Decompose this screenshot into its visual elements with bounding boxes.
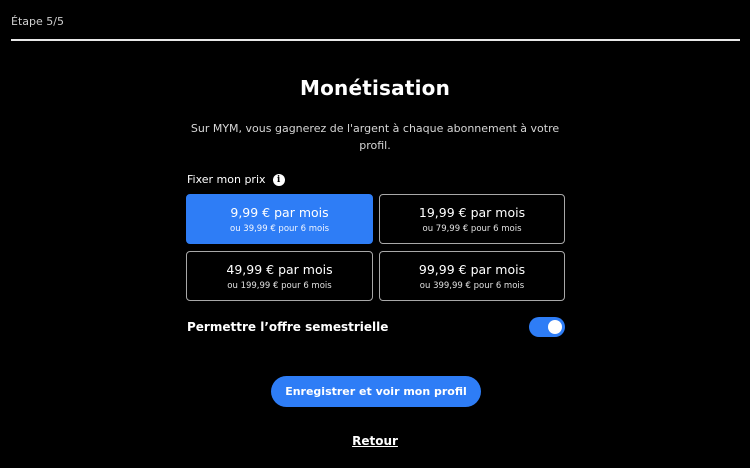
price-option-49-99[interactable]: 49,99 € par mois ou 199,99 € pour 6 mois (186, 251, 373, 301)
step-indicator: Étape 5/5 (11, 15, 64, 28)
page-subtitle: Sur MYM, vous gagnerez de l'argent à cha… (190, 122, 560, 152)
toggle-knob (548, 320, 562, 334)
back-link-row: Retour (0, 434, 750, 448)
semester-offer-row: Permettre l’offre semestrielle (187, 316, 565, 338)
progress-bar (11, 39, 740, 41)
price-option-19-99[interactable]: 19,99 € par mois ou 79,99 € pour 6 mois (379, 194, 565, 244)
info-icon[interactable]: i (272, 173, 285, 186)
price-sub: ou 79,99 € pour 6 mois (422, 223, 522, 234)
price-label: Fixer mon prix (187, 173, 266, 186)
price-options: 9,99 € par mois ou 39,99 € pour 6 mois 1… (186, 194, 565, 301)
price-option-9-99[interactable]: 9,99 € par mois ou 39,99 € pour 6 mois (186, 194, 373, 244)
price-main: 99,99 € par mois (418, 261, 526, 277)
price-main: 19,99 € par mois (418, 204, 526, 220)
semester-offer-toggle[interactable] (529, 317, 565, 337)
price-main: 49,99 € par mois (226, 261, 333, 277)
price-label-row: Fixer mon prix i (187, 173, 285, 186)
back-link[interactable]: Retour (352, 434, 398, 448)
semester-offer-label: Permettre l’offre semestrielle (187, 320, 389, 334)
save-and-view-profile-button[interactable]: Enregistrer et voir mon profil (271, 376, 481, 407)
price-sub: ou 39,99 € pour 6 mois (230, 223, 329, 234)
price-option-99-99[interactable]: 99,99 € par mois ou 399,99 € pour 6 mois (379, 251, 565, 301)
monetisation-page: Étape 5/5 Monétisation Sur MYM, vous gag… (0, 0, 750, 468)
price-sub: ou 399,99 € pour 6 mois (419, 280, 525, 291)
price-sub: ou 199,99 € pour 6 mois (227, 280, 332, 291)
price-main: 9,99 € par mois (230, 204, 329, 220)
page-title: Monétisation (299, 76, 451, 100)
